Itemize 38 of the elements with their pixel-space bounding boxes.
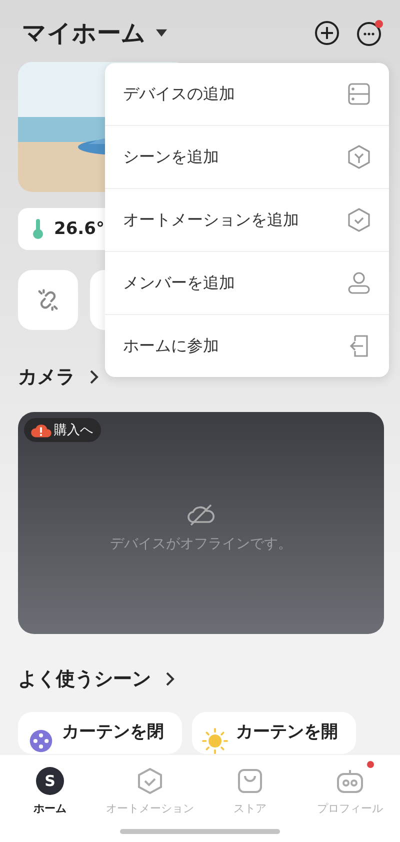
bag-icon [236,767,264,795]
scene-card[interactable]: カーテンを開 [192,712,356,754]
robot-icon [336,767,364,795]
hexagon-check-icon [347,208,371,232]
sun-icon [202,728,228,754]
scene-card[interactable]: カーテンを閉 [18,712,182,754]
caret-icon[interactable] [156,29,167,37]
person-icon [347,271,371,295]
broken-link-icon [35,287,61,313]
menu-item[interactable]: シーンを追加 [105,126,389,189]
scene-name: カーテンを開 [236,721,338,743]
hexagon-icon [347,145,371,169]
thermometer-icon [32,218,44,240]
purchase-badge[interactable]: 購入へ [24,418,101,442]
tab[interactable]: S ホーム [5,761,95,816]
device-icon [347,82,371,106]
badge-label: 購入へ [54,422,93,439]
offline-cloud-icon [186,503,216,527]
menu-item[interactable]: オートメーションを追加 [105,189,389,252]
hexagon-check-icon [136,767,164,795]
home-title[interactable]: マイホーム [22,17,146,49]
more-icon[interactable] [356,19,384,47]
offline-message: デバイスがオフラインです。 [110,535,292,553]
menu-item[interactable]: ホームに参加 [105,315,389,377]
camera-card[interactable]: 購入へ デバイスがオフラインです。 [18,412,384,634]
section-title[interactable]: カメラ [18,364,75,390]
scene-name: カーテンを閉 [62,721,164,743]
chevron-icon[interactable] [165,671,175,687]
temperature-reading: 26.6° [54,219,104,239]
film-reel-icon [28,728,54,754]
avatar: S [36,767,64,795]
chevron-icon[interactable] [89,369,99,385]
enter-icon [347,334,371,358]
menu-item[interactable]: デバイスの追加 [105,63,389,126]
menu-item[interactable]: メンバーを追加 [105,252,389,315]
add-icon[interactable] [314,20,340,46]
section-title[interactable]: よく使うシーン [18,666,151,692]
device-tile[interactable] [18,270,78,330]
